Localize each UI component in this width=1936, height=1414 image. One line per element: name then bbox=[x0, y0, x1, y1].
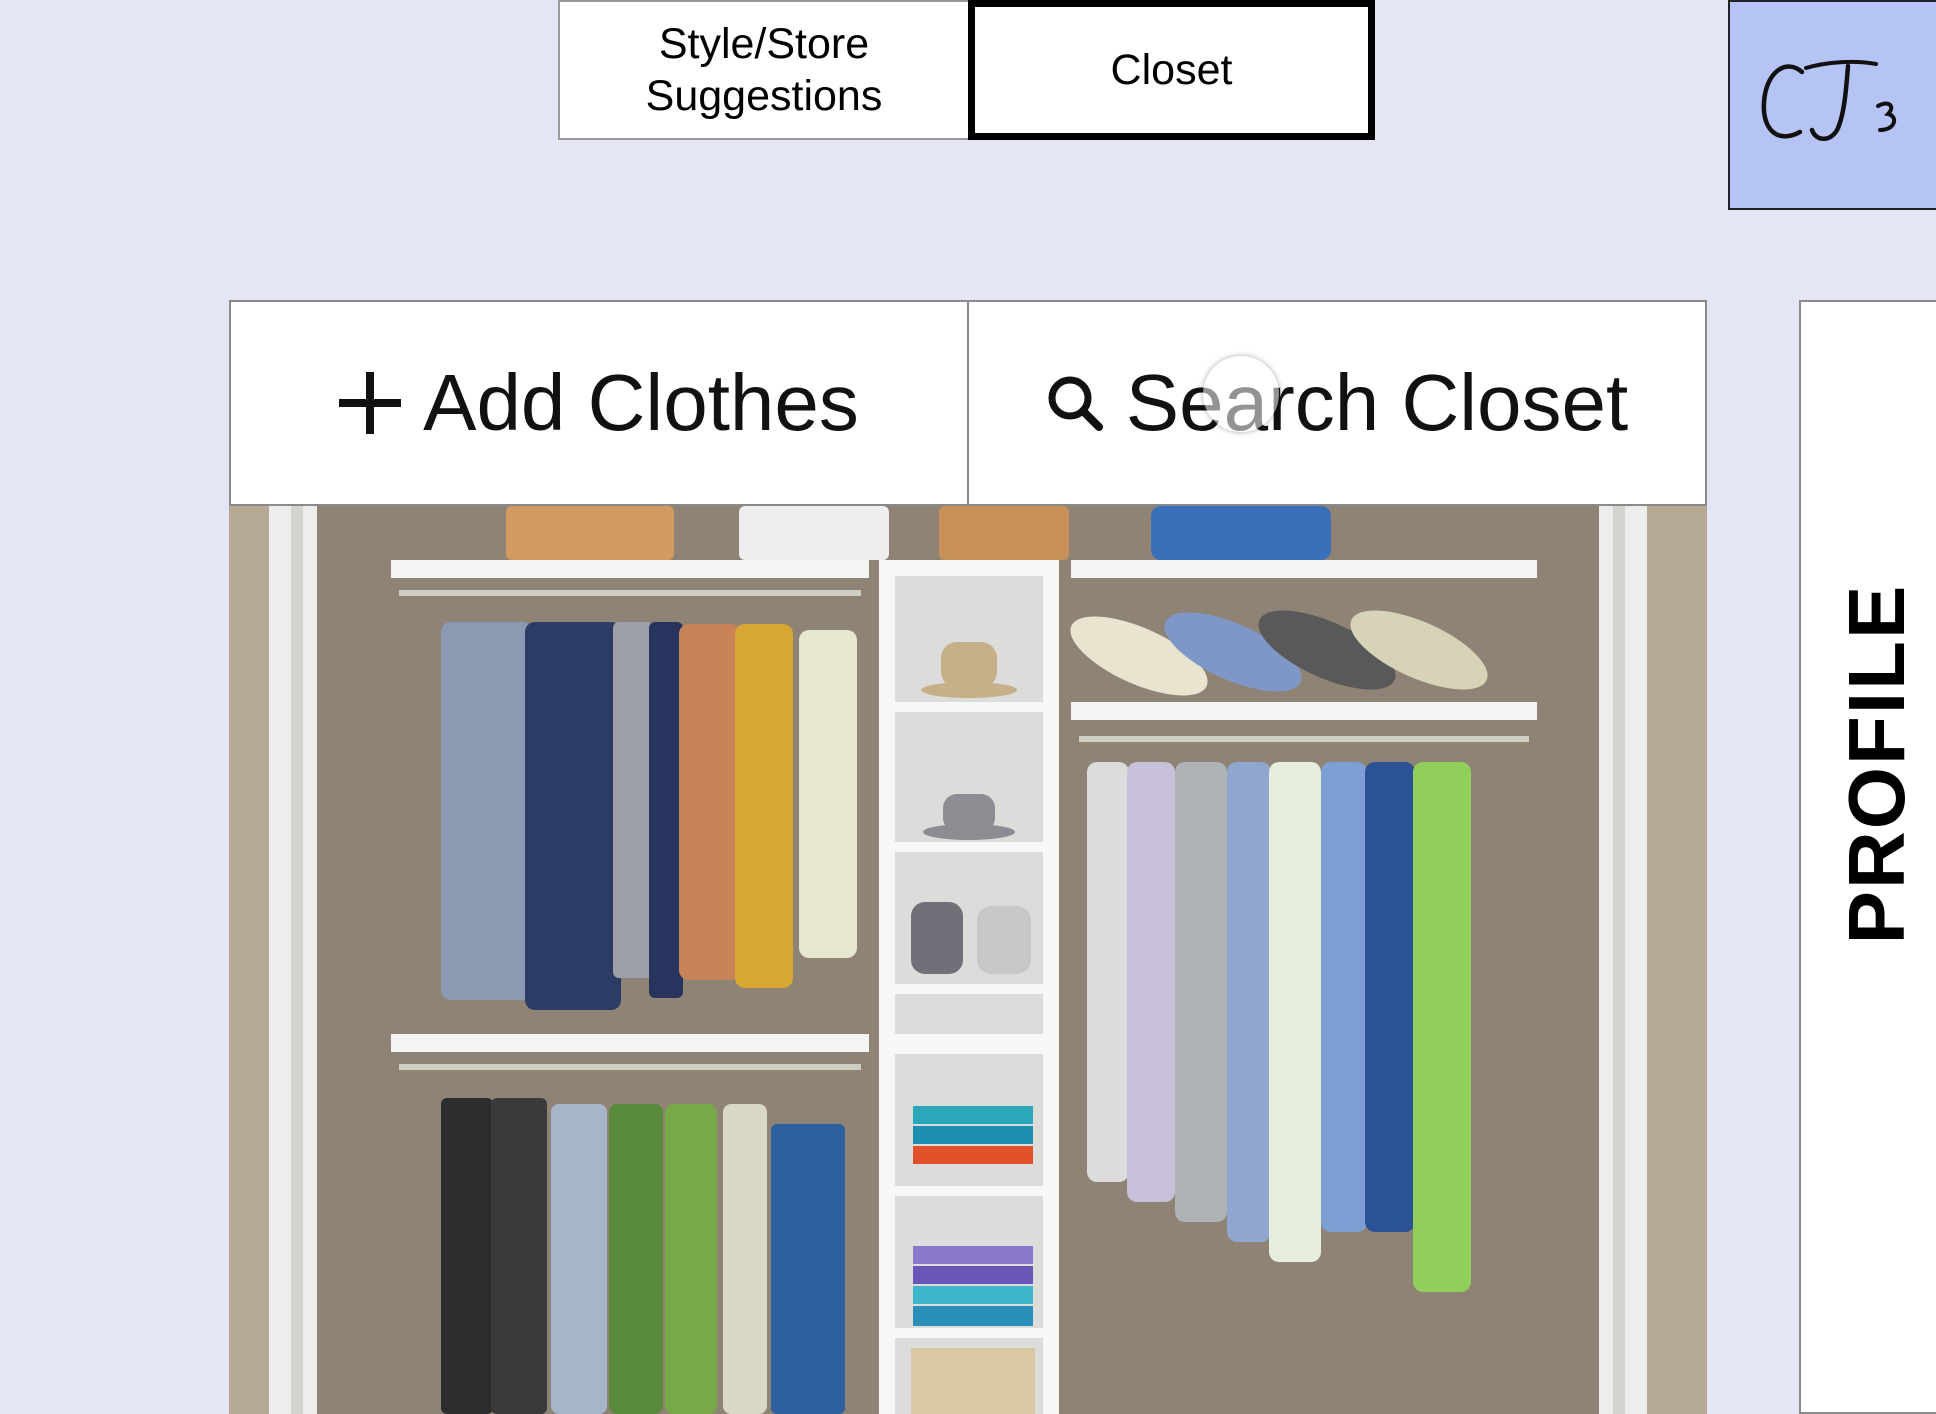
tab-style-store-suggestions[interactable]: Style/Store Suggestions bbox=[558, 0, 970, 140]
profile-panel[interactable]: PROFILE bbox=[1799, 300, 1936, 1414]
cj3-logo-mark bbox=[1761, 59, 1897, 141]
search-closet-label: Search Closet bbox=[1125, 358, 1629, 447]
tab-closet[interactable]: Closet bbox=[968, 0, 1375, 140]
add-clothes-label: Add Clothes bbox=[423, 358, 859, 447]
profile-label: PROFILE bbox=[1832, 583, 1921, 945]
app-logo[interactable] bbox=[1728, 0, 1936, 210]
tab-style-store-suggestions-label: Style/Store Suggestions bbox=[645, 20, 883, 120]
tab-closet-label: Closet bbox=[1110, 46, 1233, 94]
closet-image bbox=[229, 506, 1707, 1414]
closet-illustration bbox=[229, 506, 1707, 1414]
closet-action-bar: Add Clothes Search Closet bbox=[229, 300, 1707, 506]
add-clothes-button[interactable]: Add Clothes bbox=[231, 302, 967, 504]
search-icon bbox=[1046, 374, 1104, 432]
plus-icon bbox=[339, 372, 402, 434]
search-closet-button[interactable]: Search Closet bbox=[967, 302, 1705, 504]
